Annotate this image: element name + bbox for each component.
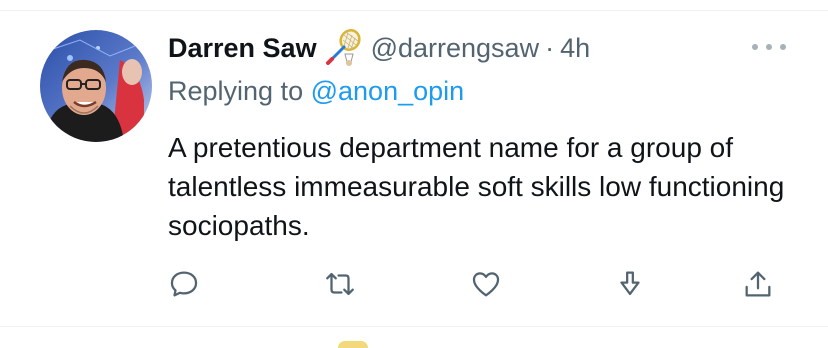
like-icon	[472, 272, 500, 297]
timestamp[interactable]: 4h	[560, 33, 590, 64]
avatar-image	[40, 30, 152, 142]
badminton-racket-icon	[323, 28, 363, 68]
like-button[interactable]	[464, 262, 508, 306]
avatar[interactable]	[40, 30, 152, 142]
replying-to: Replying to @anon_opin	[168, 76, 464, 107]
more-dot	[752, 44, 758, 50]
tweet[interactable]: Darren Saw @darrengsaw · 4h Replying to …	[0, 0, 828, 348]
upload-icon	[745, 271, 771, 297]
more-dot	[766, 44, 772, 50]
more-options-icon[interactable]	[752, 36, 786, 58]
next-tweet-emoji-peek	[338, 341, 368, 348]
reply-icon	[170, 271, 198, 297]
bottom-divider	[0, 326, 828, 327]
retweet-icon	[326, 272, 354, 296]
separator-dot: ·	[545, 32, 555, 63]
replying-to-handle[interactable]: @anon_opin	[311, 76, 465, 106]
replying-to-label: Replying to	[168, 76, 304, 106]
share-icon	[620, 271, 640, 296]
action-bar	[0, 262, 828, 306]
upload-button[interactable]	[736, 262, 780, 306]
share-button[interactable]	[608, 262, 652, 306]
reply-button[interactable]	[162, 262, 206, 306]
author-name[interactable]: Darren Saw	[168, 33, 317, 64]
author-handle[interactable]: @darrengsaw	[371, 33, 540, 64]
tweet-header: Darren Saw @darrengsaw · 4h	[168, 26, 590, 70]
top-divider	[0, 0, 828, 11]
retweet-button[interactable]	[318, 262, 362, 306]
tweet-text: A pretentious department name for a grou…	[168, 132, 785, 241]
more-dot	[780, 44, 786, 50]
